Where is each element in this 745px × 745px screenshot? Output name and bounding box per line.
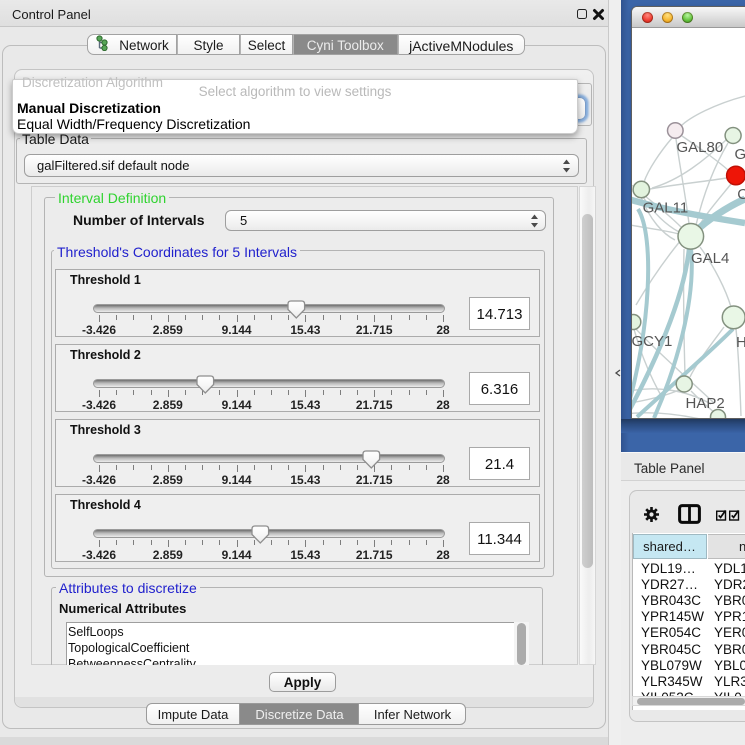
svg-text:H: H — [736, 334, 745, 351]
svg-text:C: C — [737, 186, 745, 203]
svg-text:GAL80: GAL80 — [677, 139, 724, 156]
svg-text:GAL4: GAL4 — [691, 250, 729, 267]
svg-text:HAP2: HAP2 — [686, 395, 725, 412]
svg-text:GCY1: GCY1 — [632, 333, 672, 350]
svg-text:GAL11: GAL11 — [643, 200, 689, 217]
svg-text:GA: GA — [735, 146, 745, 163]
